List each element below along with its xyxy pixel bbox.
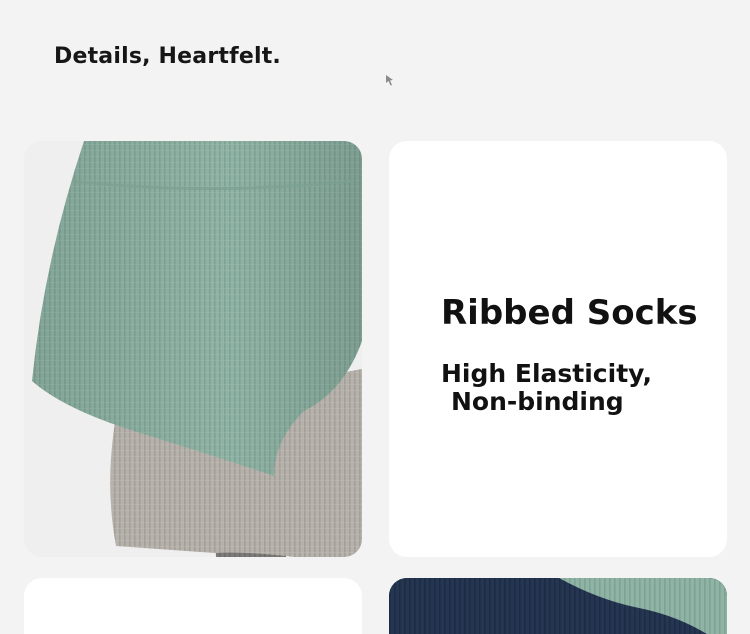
next-card xyxy=(24,578,362,634)
sock-cuff-photo xyxy=(24,141,362,557)
section-title: Details, Heartfelt. xyxy=(54,44,281,69)
feature-card: Ribbed Socks High Elasticity, Non-bindin… xyxy=(389,141,727,557)
sock-photo xyxy=(389,578,727,634)
product-detail-page: Details, Heartfelt. Ribbed Socks High El… xyxy=(0,0,750,634)
feature-text: Non-binding xyxy=(451,387,624,416)
feature-text: High Elasticity, xyxy=(441,359,652,388)
cursor-icon xyxy=(385,74,395,86)
product-title: Ribbed Socks xyxy=(441,293,698,333)
